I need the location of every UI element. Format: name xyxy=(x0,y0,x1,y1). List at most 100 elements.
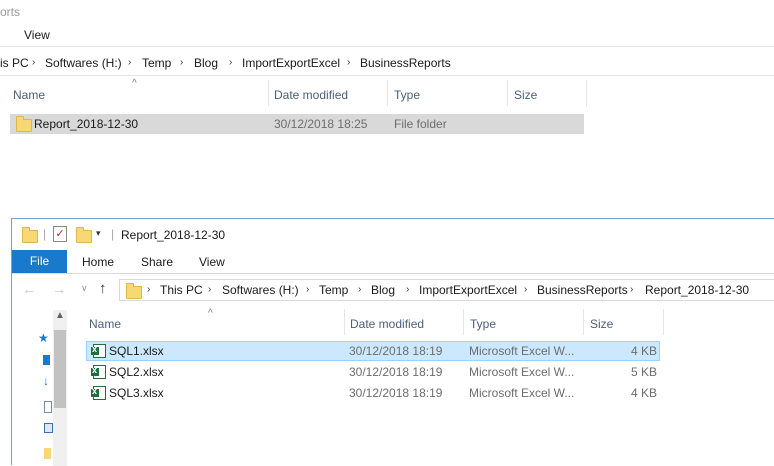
downloads-arrow-icon[interactable]: ↓ xyxy=(43,374,49,388)
sort-up-icon: ^ xyxy=(132,78,137,89)
file-date: 30/12/2018 18:19 xyxy=(349,386,443,400)
scroll-up-arrow-icon[interactable]: ▲ xyxy=(55,310,65,321)
file-type: Microsoft Excel W... xyxy=(469,386,575,400)
navigation-pane-scrollbar[interactable]: ▲ xyxy=(53,310,67,466)
documents-icon[interactable] xyxy=(44,401,52,413)
file-date: 30/12/2018 18:19 xyxy=(349,344,443,358)
breadcrumb-importexportexcel[interactable]: ImportExportExcel xyxy=(242,56,340,70)
breadcrumb-this-pc[interactable]: This PC xyxy=(160,283,203,297)
column-separator[interactable] xyxy=(663,309,664,335)
breadcrumb-blog[interactable]: Blog xyxy=(371,283,395,297)
ribbon-tab-view[interactable]: View xyxy=(24,28,50,42)
pictures-icon[interactable] xyxy=(44,423,53,433)
file-type: File folder xyxy=(394,117,447,131)
back-explorer-window: orts View is PC › Softwares (H:) › Temp … xyxy=(0,0,774,218)
chevron-right-icon: › xyxy=(630,284,634,295)
chevron-right-icon: › xyxy=(147,284,151,295)
customize-toolbar-dropdown-icon[interactable]: ▾ xyxy=(96,228,101,239)
properties-checkmark-icon[interactable]: ✓ xyxy=(53,226,67,242)
breadcrumb-importexportexcel[interactable]: ImportExportExcel xyxy=(419,283,517,297)
chevron-right-icon: › xyxy=(32,57,36,68)
file-row-sql1[interactable]: SQL1.xlsx 30/12/2018 18:19 Microsoft Exc… xyxy=(86,341,660,361)
window-title: orts xyxy=(0,5,21,19)
tab-file[interactable]: File xyxy=(12,250,67,273)
chevron-right-icon: › xyxy=(358,284,362,295)
breadcrumb-temp[interactable]: Temp xyxy=(142,56,171,70)
sort-up-icon: ^ xyxy=(208,308,213,319)
chevron-right-icon: › xyxy=(229,57,233,68)
recent-locations-chevron-icon[interactable]: ∨ xyxy=(81,283,88,294)
column-header-type[interactable]: Type xyxy=(394,88,420,102)
column-header-name[interactable]: Name xyxy=(89,317,121,331)
column-header-name[interactable]: Name xyxy=(13,88,45,102)
file-date: 30/12/2018 18:19 xyxy=(349,365,443,379)
folder-icon xyxy=(126,283,142,299)
address-bar[interactable]: › This PC › Softwares (H:) › Temp › Blog… xyxy=(119,279,774,301)
chevron-right-icon: › xyxy=(524,284,528,295)
address-bar[interactable]: is PC › Softwares (H:) › Temp › Blog › I… xyxy=(0,52,774,74)
chevron-right-icon: › xyxy=(306,284,310,295)
window-title: Report_2018-12-30 xyxy=(121,228,226,242)
front-explorer-window: | ✓ ▾ | Report_2018-12-30 File Home Shar… xyxy=(11,218,774,466)
breadcrumb-report-folder[interactable]: Report_2018-12-30 xyxy=(645,283,749,297)
desktop-icon[interactable] xyxy=(43,355,50,365)
column-header-size[interactable]: Size xyxy=(590,317,613,331)
chevron-right-icon: › xyxy=(347,57,351,68)
back-arrow-icon[interactable]: ← xyxy=(22,281,36,297)
navigation-bar: ← → ∨ ↑ › This PC › Softwares (H:) › Tem… xyxy=(12,278,774,304)
breadcrumb-businessreports[interactable]: BusinessReports xyxy=(537,283,628,297)
address-divider xyxy=(0,75,774,76)
breadcrumb-blog[interactable]: Blog xyxy=(194,56,218,70)
forward-arrow-icon[interactable]: → xyxy=(52,281,66,297)
tab-share[interactable]: Share xyxy=(141,255,173,269)
file-row-sql3[interactable]: SQL3.xlsx 30/12/2018 18:19 Microsoft Exc… xyxy=(86,383,660,403)
chevron-right-icon: › xyxy=(180,57,184,68)
column-separator[interactable] xyxy=(583,309,584,335)
ribbon-tabs: File Home Share View xyxy=(12,250,774,273)
file-list: ^ Name Date modified Type Size SQL1.xlsx… xyxy=(82,307,774,466)
column-header-date[interactable]: Date modified xyxy=(274,88,348,102)
column-header-row: ^ Name Date modified Type Size xyxy=(0,78,600,106)
tab-home[interactable]: Home xyxy=(82,255,114,269)
file-date: 30/12/2018 18:25 xyxy=(274,117,368,131)
column-separator[interactable] xyxy=(463,309,464,335)
breadcrumb-this-pc[interactable]: is PC xyxy=(0,56,29,70)
divider-icon: | xyxy=(111,227,115,241)
scrollbar-thumb[interactable] xyxy=(54,330,66,408)
title-bar[interactable]: | ✓ ▾ | Report_2018-12-30 xyxy=(12,219,774,249)
column-separator[interactable] xyxy=(387,80,388,106)
tab-file-label: File xyxy=(29,254,50,268)
folder-icon xyxy=(22,227,38,243)
quick-access-star-icon[interactable]: ★ xyxy=(38,331,49,345)
navigation-pane: ★ ↓ ▲ xyxy=(12,307,67,466)
chevron-right-icon: › xyxy=(406,284,410,295)
file-name: SQL2.xlsx xyxy=(109,365,164,379)
folder-icon xyxy=(16,116,32,132)
breadcrumb-temp[interactable]: Temp xyxy=(319,283,348,297)
file-row-sql2[interactable]: SQL2.xlsx 30/12/2018 18:19 Microsoft Exc… xyxy=(86,362,660,382)
file-size: 4 KB xyxy=(631,386,658,400)
new-folder-icon[interactable] xyxy=(76,227,92,243)
file-type: Microsoft Excel W... xyxy=(469,344,575,358)
column-header-date[interactable]: Date modified xyxy=(350,317,424,331)
file-size: 5 KB xyxy=(631,365,658,379)
breadcrumb-softwares[interactable]: Softwares (H:) xyxy=(45,56,122,70)
breadcrumb-businessreports[interactable]: BusinessReports xyxy=(360,56,451,70)
file-row-folder[interactable]: Report_2018-12-30 30/12/2018 18:25 File … xyxy=(10,114,584,134)
folder-icon[interactable] xyxy=(44,448,51,459)
column-separator[interactable] xyxy=(344,309,345,335)
file-type: Microsoft Excel W... xyxy=(469,365,575,379)
column-separator[interactable] xyxy=(507,80,508,106)
breadcrumb-softwares[interactable]: Softwares (H:) xyxy=(222,283,299,297)
column-separator[interactable] xyxy=(268,80,269,106)
ribbon-divider xyxy=(0,46,774,47)
column-header-size[interactable]: Size xyxy=(514,88,537,102)
column-header-type[interactable]: Type xyxy=(470,317,496,331)
column-separator[interactable] xyxy=(586,80,587,106)
up-arrow-icon[interactable]: ↑ xyxy=(99,280,107,297)
excel-file-icon xyxy=(91,344,106,358)
chevron-right-icon: › xyxy=(208,284,212,295)
tab-view[interactable]: View xyxy=(199,255,225,269)
excel-file-icon xyxy=(91,386,106,400)
column-header-row: ^ Name Date modified Type Size xyxy=(82,308,664,335)
